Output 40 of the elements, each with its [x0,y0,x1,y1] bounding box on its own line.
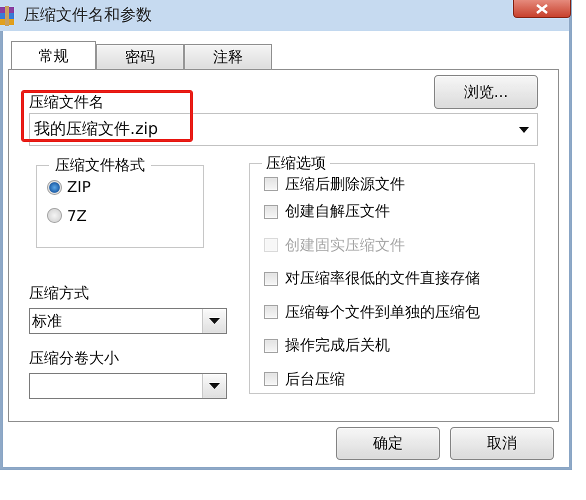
close-button[interactable] [513,0,571,18]
radio-button[interactable] [47,208,62,223]
dialog-button[interactable]: 确定 [336,427,440,460]
checkbox[interactable] [264,338,278,353]
checkbox-label: 操作完成后关机 [285,336,390,356]
split-size-dropdown[interactable] [29,373,227,399]
radio-label: 7Z [67,206,87,224]
browse-button[interactable]: 浏览... [434,75,538,109]
tab[interactable]: 密码 [96,44,184,69]
checkbox-label: 压缩每个文件到单独的压缩包 [285,302,480,322]
dropdown-value: 标准 [31,311,63,332]
caret-icon [209,318,220,324]
checkbox[interactable] [264,177,278,191]
tab[interactable]: 常规 [11,41,96,70]
checkbox-label: 创建自解压文件 [285,202,390,222]
checkbox-label: 后台压缩 [285,370,345,389]
group-title: 压缩选项 [265,154,327,173]
caret-icon [519,126,529,132]
dialog-button[interactable]: 取消 [450,427,554,460]
checkbox[interactable] [264,372,278,386]
field-label: 压缩方式 [29,284,90,303]
tab[interactable]: 注释 [184,44,272,69]
field-value: 我的压缩文件.zip [34,119,158,140]
app-icon [0,6,14,26]
caret-icon [209,383,220,389]
checkbox-label: 对压缩率很低的文件直接存储 [285,269,480,288]
group-title: 压缩文件格式 [54,156,146,175]
checkbox-label: 压缩后删除源文件 [285,174,405,194]
compression-method-dropdown[interactable]: 标准 [29,308,227,334]
checkbox-label: 创建固实压缩文件 [285,236,405,255]
checkbox[interactable] [264,305,278,320]
checkbox[interactable] [264,272,278,286]
close-icon [536,4,548,14]
archive-name-field[interactable]: 我的压缩文件.zip [29,113,538,146]
field-label: 压缩分卷大小 [29,349,120,368]
window-title: 压缩文件名和参数 [24,5,152,26]
field-label: 压缩文件名 [29,93,104,112]
radio-label: ZIP [67,178,91,196]
radio-button[interactable] [47,180,62,194]
checkbox[interactable] [264,204,278,219]
